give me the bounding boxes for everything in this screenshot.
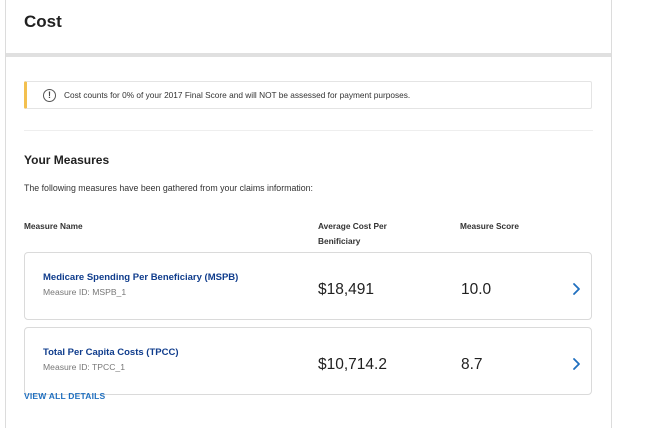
- chevron-right-icon[interactable]: [570, 281, 584, 297]
- measure-score: 8.7: [461, 356, 483, 373]
- view-all-details-link[interactable]: VIEW ALL DETAILS: [24, 391, 105, 401]
- measure-id: Measure ID: MSPB_1: [43, 287, 127, 297]
- measure-name: Total Per Capita Costs (TPCC): [43, 347, 179, 358]
- section-divider: [24, 130, 593, 131]
- column-header-measure-name: Measure Name: [24, 221, 83, 231]
- column-header-measure-score: Measure Score: [460, 221, 520, 231]
- measure-card-tpcc[interactable]: Total Per Capita Costs (TPCC) Measure ID…: [24, 327, 592, 395]
- column-header-average-cost: Average Cost Per Benificiary: [318, 221, 387, 246]
- measure-name: Medicare Spending Per Beneficiary (MSPB): [43, 272, 239, 283]
- section-title: Your Measures: [24, 153, 110, 167]
- header-divider: [6, 53, 611, 57]
- cost-panel: Cost ! Cost counts for 0% of your 2017 F…: [5, 0, 612, 428]
- info-icon: !: [43, 89, 56, 102]
- page-title: Cost: [24, 12, 62, 31]
- chevron-right-icon[interactable]: [570, 356, 584, 372]
- measure-average-cost: $10,714.2: [318, 356, 387, 373]
- alert-message: Cost counts for 0% of your 2017 Final Sc…: [64, 90, 411, 100]
- measure-id: Measure ID: TPCC_1: [43, 362, 125, 372]
- panel-header: Cost: [6, 0, 611, 53]
- section-description: The following measures have been gathere…: [24, 183, 313, 193]
- measure-average-cost: $18,491: [318, 281, 375, 298]
- measure-score: 10.0: [461, 281, 492, 298]
- measure-card-mspb[interactable]: Medicare Spending Per Beneficiary (MSPB)…: [24, 252, 592, 320]
- cost-alert-banner: ! Cost counts for 0% of your 2017 Final …: [24, 81, 592, 109]
